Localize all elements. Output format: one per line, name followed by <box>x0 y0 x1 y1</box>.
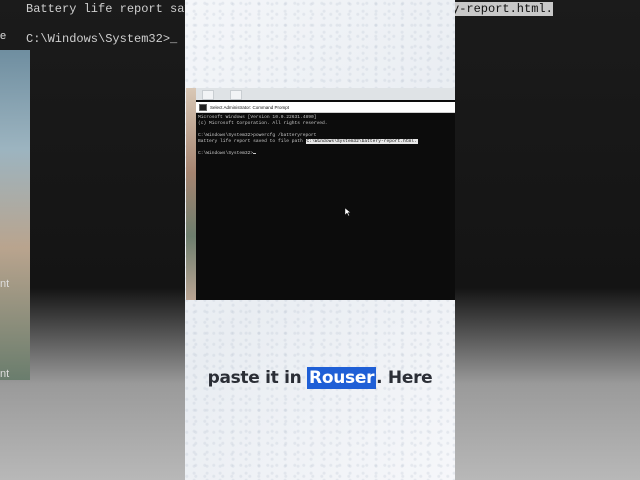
background-line-2: C:\Windows\System32>_ <box>26 32 178 46</box>
background-fragment: nt <box>0 278 10 290</box>
saved-path-selection[interactable]: C:\Windows\System32\battery-report.html. <box>305 139 418 144</box>
caption-highlight: Rouser <box>307 367 377 389</box>
background-desktop-strip <box>0 50 30 380</box>
tab-icon[interactable] <box>230 90 242 100</box>
desktop-wallpaper-strip <box>186 88 196 300</box>
console-line: Battery life report saved to file path C… <box>198 139 418 145</box>
background-line-1: Battery life report saved <box>26 2 207 16</box>
console-prompt-line: C:\Windows\System32> <box>198 151 257 157</box>
command-prompt-screenshot: Select Administrator: Command Prompt Mic… <box>186 88 455 300</box>
text-cursor <box>253 153 257 154</box>
tab-bar <box>186 88 455 100</box>
mouse-pointer-icon <box>345 208 351 216</box>
background-fragment: nt <box>0 368 10 380</box>
console-line-text: Battery life report saved to file path <box>198 139 306 144</box>
background-line-1-path: y-report.html. <box>452 2 553 16</box>
command-prompt-icon <box>199 103 207 111</box>
window-title: Select Administrator: Command Prompt <box>210 104 290 110</box>
background-right <box>455 0 640 480</box>
window-titlebar[interactable]: Select Administrator: Command Prompt <box>196 102 455 113</box>
console-prompt: C:\Windows\System32> <box>198 151 254 156</box>
caption-text-end: . Here <box>376 368 433 388</box>
tab-icon[interactable] <box>202 90 214 100</box>
video-caption: paste it in Rouser. Here <box>185 367 455 389</box>
console-line: (c) Microsoft Corporation. All rights re… <box>198 121 328 126</box>
caption-text: paste it in <box>207 368 308 388</box>
console-output[interactable]: Microsoft Windows [Version 10.0.22631.48… <box>196 113 455 300</box>
